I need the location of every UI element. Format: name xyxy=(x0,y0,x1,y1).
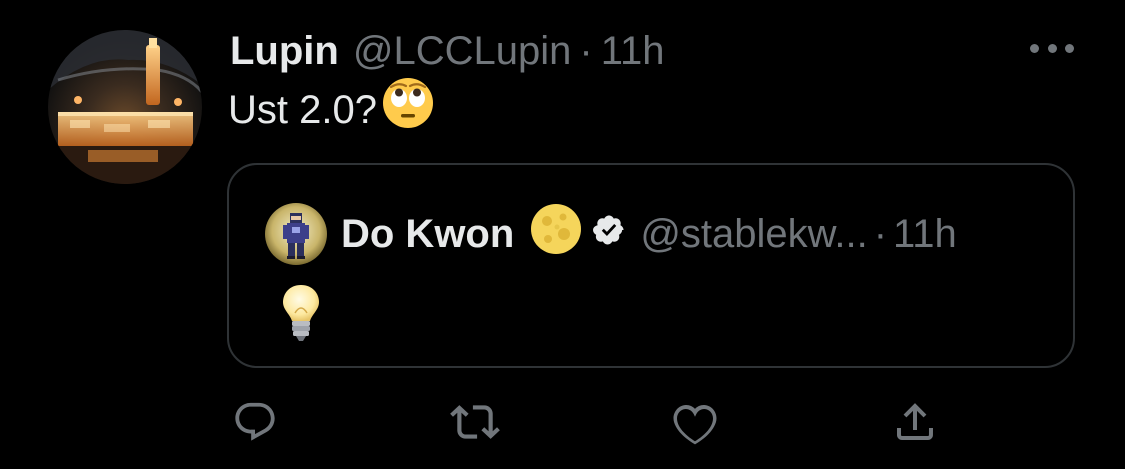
quoted-author-avatar[interactable] xyxy=(265,203,327,265)
quoted-author-handle[interactable]: @stablekw... xyxy=(640,212,867,257)
face-with-rolling-eyes-emoji xyxy=(381,76,435,145)
tweet[interactable]: Lupin @LCCLupin · 11h Ust 2.0? Do Kwon @… xyxy=(0,0,1125,469)
like-button[interactable] xyxy=(670,395,720,449)
author-handle[interactable]: @LCCLupin xyxy=(353,26,572,76)
light-bulb-emoji xyxy=(281,283,321,343)
tweet-header: Lupin @LCCLupin · 11h xyxy=(230,26,664,76)
quoted-author-name[interactable]: Do Kwon xyxy=(341,212,514,257)
share-icon xyxy=(897,403,933,440)
tweet-text: Ust 2.0? xyxy=(228,77,435,138)
salt-lamp-cave-avatar xyxy=(48,30,202,184)
retweet-icon xyxy=(450,405,500,439)
share-button[interactable] xyxy=(890,395,940,449)
more-dot xyxy=(1030,43,1039,53)
verified-badge-icon xyxy=(592,212,626,257)
retweet-button[interactable] xyxy=(450,395,500,449)
author-name[interactable]: Lupin xyxy=(230,26,339,76)
quoted-tweet[interactable]: Do Kwon @stablekw... · 11h xyxy=(227,163,1075,368)
reply-button[interactable] xyxy=(230,395,280,449)
tweet-text-content: Ust 2.0? xyxy=(228,88,377,132)
more-dot xyxy=(1065,43,1074,53)
full-moon-emoji xyxy=(530,203,582,265)
heart-icon xyxy=(673,404,717,445)
author-avatar[interactable] xyxy=(48,30,202,184)
separator-dot: · xyxy=(579,29,593,73)
reply-icon xyxy=(235,402,275,441)
tweet-timestamp[interactable]: 11h xyxy=(601,26,665,76)
quoted-tweet-timestamp[interactable]: 11h xyxy=(893,212,957,257)
pixel-character-avatar xyxy=(265,203,327,265)
separator-dot: · xyxy=(873,211,888,256)
quoted-tweet-header: Do Kwon @stablekw... · 11h xyxy=(341,204,957,261)
more-dot xyxy=(1047,43,1057,53)
tweet-actions xyxy=(0,395,1125,451)
more-dots-icon[interactable] xyxy=(1030,40,1074,56)
